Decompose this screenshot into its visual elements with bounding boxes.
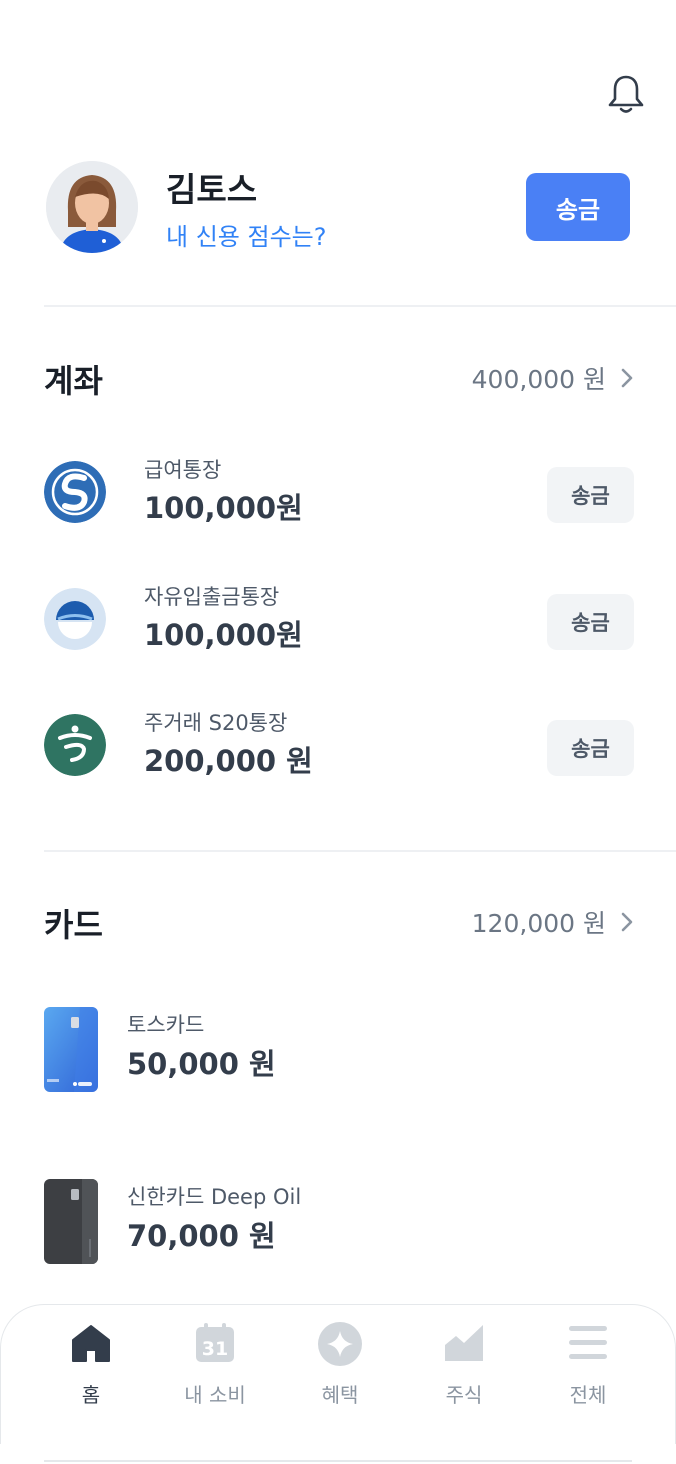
- account-send-button[interactable]: 송금: [547, 720, 634, 776]
- card-amount: 50,000 원: [127, 1047, 276, 1081]
- card-name: 토스카드: [127, 1013, 205, 1037]
- account-amount: 100,000원: [144, 618, 303, 652]
- account-item[interactable]: 급여통장 100,000원 송금: [44, 458, 634, 525]
- tab-all[interactable]: 전체: [538, 1323, 638, 1413]
- tab-label: 홈: [81, 1383, 101, 1407]
- tab-label: 혜택: [321, 1383, 359, 1407]
- tab-benefits[interactable]: 혜택: [290, 1322, 390, 1413]
- account-amount: 200,000 원: [144, 744, 313, 778]
- shinhan-bank-logo: [44, 461, 106, 523]
- account-name: 급여통장: [144, 458, 222, 482]
- toss-card-image: [44, 1007, 98, 1092]
- tab-label: 전체: [569, 1383, 607, 1407]
- woori-bank-logo: [44, 588, 106, 650]
- menu-icon: [569, 1326, 607, 1359]
- cards-title: 카드: [44, 906, 103, 944]
- cards-total: 120,000 원: [471, 909, 606, 938]
- divider: [44, 305, 676, 307]
- chart-icon: [445, 1325, 483, 1361]
- accounts-total: 400,000 원: [471, 365, 606, 394]
- tab-stocks[interactable]: 주식: [414, 1323, 514, 1413]
- chevron-right-icon: [621, 912, 633, 932]
- home-indicator: [44, 1460, 632, 1462]
- hana-bank-logo: [44, 714, 106, 776]
- tab-label: 내 소비: [184, 1383, 246, 1407]
- accounts-title: 계좌: [44, 362, 103, 400]
- bottom-tab-bar: 홈 31 내 소비 혜택 주식 전체: [0, 1304, 676, 1444]
- account-item[interactable]: 주거래 S20통장 200,000 원 송금: [44, 711, 634, 778]
- card-amount: 70,000 원: [127, 1219, 276, 1253]
- tab-my-spending[interactable]: 31 내 소비: [165, 1323, 265, 1413]
- account-send-button[interactable]: 송금: [547, 594, 634, 650]
- cards-total-link[interactable]: 120,000 원: [472, 904, 634, 940]
- calendar-day: 31: [202, 1338, 228, 1360]
- account-item[interactable]: 자유입출금통장 100,000원 송금: [44, 585, 634, 652]
- tab-label: 주식: [445, 1383, 483, 1407]
- card-item[interactable]: 신한카드 Deep Oil 70,000 원: [44, 1179, 444, 1265]
- bell-icon[interactable]: [604, 72, 648, 116]
- home-icon: [72, 1325, 110, 1362]
- card-name: 신한카드 Deep Oil: [127, 1185, 302, 1209]
- account-amount: 100,000원: [144, 491, 303, 525]
- divider: [44, 850, 676, 852]
- profile-name: 김토스: [166, 170, 258, 209]
- account-name: 주거래 S20통장: [144, 711, 288, 735]
- account-send-button[interactable]: 송금: [547, 467, 634, 523]
- sparkle-icon: [318, 1322, 362, 1366]
- card-item[interactable]: 토스카드 50,000 원: [44, 1007, 444, 1093]
- credit-score-link[interactable]: 내 신용 점수는?: [166, 217, 326, 252]
- profile-section: 김토스 내 신용 점수는? 송금: [46, 161, 632, 253]
- account-name: 자유입출금통장: [144, 585, 280, 609]
- calendar-icon: 31: [196, 1323, 234, 1362]
- send-money-button[interactable]: 송금: [526, 173, 630, 241]
- accounts-total-link[interactable]: 400,000 원: [472, 360, 634, 396]
- shinhan-card-image: [44, 1179, 98, 1264]
- avatar[interactable]: [46, 161, 138, 253]
- chevron-right-icon: [621, 368, 633, 388]
- tab-home[interactable]: 홈: [41, 1323, 141, 1413]
